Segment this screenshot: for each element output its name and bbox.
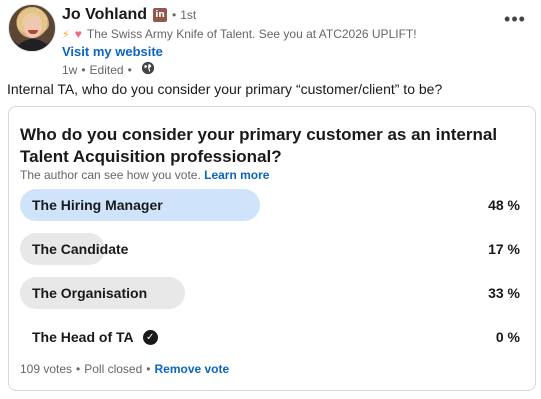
learn-more-link[interactable]: Learn more: [204, 168, 269, 182]
option-percentage: 33 %: [488, 285, 520, 301]
globe-icon: [141, 61, 155, 78]
remove-vote-link[interactable]: Remove vote: [154, 362, 229, 376]
visit-website-link[interactable]: Visit my website: [62, 44, 417, 59]
headline-text: The Swiss Army Knife of Talent. See you …: [86, 27, 417, 41]
post-header: Jo Vohland in • 1st ⚡ ♥ The Swiss Army K…: [8, 4, 533, 77]
option-label: The Hiring Manager: [32, 197, 163, 213]
heart-icon: ♥: [74, 27, 82, 41]
option-percentage: 17 %: [488, 241, 520, 257]
more-icon[interactable]: •••: [503, 9, 527, 29]
author-line: Jo Vohland in • 1st: [62, 4, 417, 26]
vote-visibility-note: The author can see how you vote. Learn m…: [20, 168, 269, 182]
poll-question: Who do you consider your primary custome…: [20, 125, 498, 166]
poll-footer: 109 votes • Poll closed • Remove vote: [20, 362, 229, 376]
post-time[interactable]: 1w: [62, 63, 77, 77]
poll-option[interactable]: The Hiring Manager 48 %: [20, 189, 520, 221]
degree-separator: •: [172, 8, 177, 22]
footer-separator: •: [76, 362, 81, 376]
post-meta: 1w • Edited •: [62, 61, 417, 78]
meta-separator: •: [81, 62, 86, 77]
poll-option[interactable]: The Organisation 33 %: [20, 277, 520, 309]
check-circle-icon: ✓: [142, 329, 158, 345]
poll-status: Poll closed: [84, 362, 143, 376]
lightning-icon: ⚡: [62, 28, 70, 41]
poll-card: Who do you consider your primary custome…: [8, 106, 536, 391]
vote-note-text: The author can see how you vote.: [20, 168, 201, 182]
option-label: The Candidate: [32, 241, 129, 257]
author-name[interactable]: Jo Vohland: [62, 6, 147, 24]
poll-option[interactable]: The Head of TA ✓ 0 %: [20, 321, 520, 353]
option-label-text: The Head of TA: [32, 329, 134, 345]
connection-degree: 1st: [180, 8, 197, 22]
avatar[interactable]: [8, 4, 56, 52]
edited-label: Edited: [89, 62, 124, 77]
post-commentary: Internal TA, who do you consider your pr…: [7, 81, 443, 97]
option-label: The Head of TA ✓: [32, 321, 158, 353]
poll-option[interactable]: The Candidate 17 %: [20, 233, 520, 265]
option-percentage: 48 %: [488, 197, 520, 213]
vote-count[interactable]: 109 votes: [20, 362, 72, 376]
footer-separator: •: [146, 362, 151, 376]
author-block: Jo Vohland in • 1st ⚡ ♥ The Swiss Army K…: [62, 4, 417, 78]
author-headline: ⚡ ♥ The Swiss Army Knife of Talent. See …: [62, 27, 417, 41]
meta-separator: •: [127, 62, 132, 77]
linkedin-badge-icon: in: [153, 8, 168, 22]
option-percentage: 0 %: [495, 329, 520, 345]
option-label: The Organisation: [32, 285, 148, 301]
